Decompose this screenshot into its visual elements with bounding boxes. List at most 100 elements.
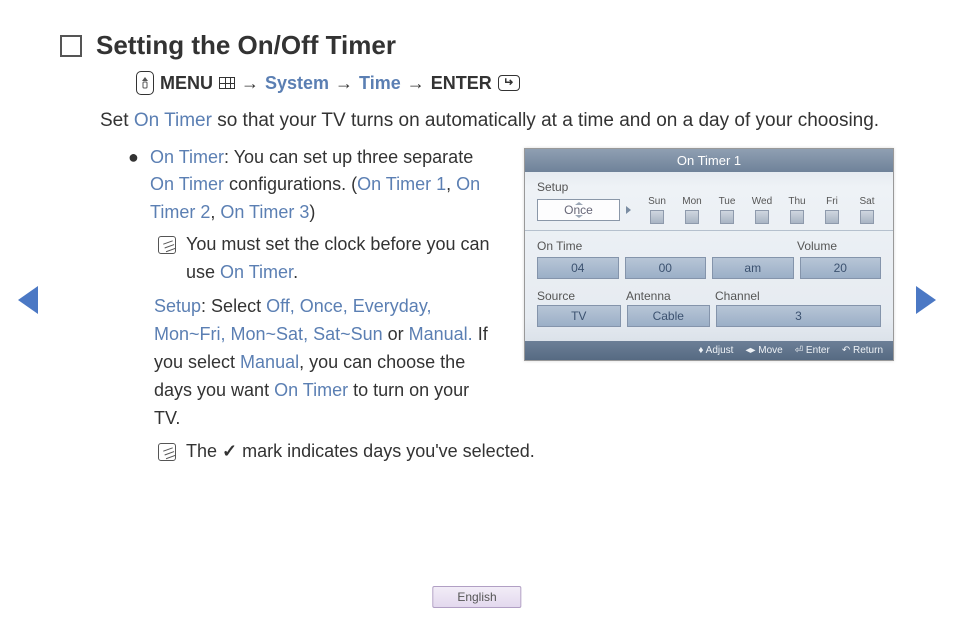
volume-field[interactable]: 20 xyxy=(800,257,882,279)
day-thu[interactable]: Thu xyxy=(783,196,811,224)
note-checkmark: The ✓ mark indicates days you've selecte… xyxy=(158,438,894,466)
setup-label: Setup xyxy=(154,296,201,316)
enter-small-icon: ⏎ xyxy=(795,345,803,356)
divider xyxy=(525,230,893,231)
page-title: Setting the On/Off Timer xyxy=(96,30,396,61)
panel-footer: ♦ Adjust ◂▸ Move ⏎ Enter ↶ Return xyxy=(525,341,893,360)
bt1: : You can set up three separate xyxy=(224,147,473,167)
day-checkbox[interactable] xyxy=(790,210,804,224)
spb: or xyxy=(383,324,409,344)
setup-paragraph: Setup: Select Off, Once, Everyday, Mon~F… xyxy=(154,293,494,432)
footer-return: ↶ Return xyxy=(842,345,883,356)
manual2: Manual xyxy=(240,352,299,372)
ontime-label: On Time xyxy=(537,239,789,253)
enter-icon xyxy=(498,75,520,91)
language-button[interactable]: English xyxy=(432,586,521,608)
day-checkbox[interactable] xyxy=(860,210,874,224)
arrow-icon: → xyxy=(407,73,425,94)
note-text: You must set the clock before you can us… xyxy=(186,231,494,287)
footer-adjust: ♦ Adjust xyxy=(698,345,733,356)
bullet-text: On Timer: You can set up three separate … xyxy=(150,144,494,228)
bullet-title: On Timer xyxy=(150,147,224,167)
channel-field[interactable]: 3 xyxy=(716,305,881,327)
enter-label: ENTER xyxy=(431,73,492,94)
day-tue[interactable]: Tue xyxy=(713,196,741,224)
volume-label: Volume xyxy=(797,239,881,253)
intro-pre: Set xyxy=(100,110,134,131)
channel-label: Channel xyxy=(715,289,881,303)
menu-label: MENU xyxy=(160,73,213,94)
source-row: TV Cable 3 xyxy=(537,305,881,327)
chevron-right-icon xyxy=(626,206,631,214)
footer-enter: ⏎ Enter xyxy=(795,345,830,356)
day-label: Sun xyxy=(648,196,666,207)
c2: , xyxy=(210,202,220,222)
day-sat[interactable]: Sat xyxy=(853,196,881,224)
day-fri[interactable]: Fri xyxy=(818,196,846,224)
note-icon xyxy=(158,236,176,254)
day-label: Wed xyxy=(752,196,772,207)
time-labels: On Time Volume xyxy=(537,239,881,255)
antenna-field[interactable]: Cable xyxy=(627,305,711,327)
day-mon[interactable]: Mon xyxy=(678,196,706,224)
source-label: Source xyxy=(537,289,620,303)
bt2: configurations. ( xyxy=(224,174,357,194)
day-checkbox[interactable] xyxy=(685,210,699,224)
panel-title: On Timer 1 xyxy=(525,149,893,172)
intro-post: so that your TV turns on automatically a… xyxy=(212,110,879,131)
note2-text: The ✓ mark indicates days you've selecte… xyxy=(186,438,535,466)
section-bullet-icon xyxy=(60,35,82,57)
n2a: The xyxy=(186,441,222,461)
cl: ) xyxy=(309,202,315,222)
n2b: mark indicates days you've selected. xyxy=(242,441,535,461)
leftright-icon: ◂▸ xyxy=(745,345,755,356)
day-checkbox[interactable] xyxy=(825,210,839,224)
bullet-item: ● On Timer: You can set up three separat… xyxy=(150,144,494,228)
day-label: Sat xyxy=(859,196,874,207)
setup-select[interactable]: Once xyxy=(537,199,620,221)
crumb-system: System xyxy=(265,73,329,94)
arrow-icon: → xyxy=(241,73,259,94)
check-icon: ✓ xyxy=(222,441,237,461)
hour-field[interactable]: 04 xyxy=(537,257,619,279)
time-row: 04 00 am 20 xyxy=(537,257,881,279)
spa: : Select xyxy=(201,296,266,316)
day-sun[interactable]: Sun xyxy=(643,196,671,224)
on-timer-panel: On Timer 1 Setup Once Sun Mon Tue Wed Th… xyxy=(524,148,894,361)
return-icon: ↶ xyxy=(842,345,850,356)
intro-link: On Timer xyxy=(134,110,212,131)
day-checkbox[interactable] xyxy=(755,210,769,224)
source-labels: Source Antenna Channel xyxy=(537,289,881,303)
manual-page: Setting the On/Off Timer MENU → System →… xyxy=(0,0,954,466)
bullet-dot-icon: ● xyxy=(128,144,138,228)
minute-field[interactable]: 00 xyxy=(625,257,707,279)
day-checkbox[interactable] xyxy=(650,210,664,224)
panel-body: Setup Once Sun Mon Tue Wed Thu Fri Sat xyxy=(525,172,893,341)
updown-icon: ♦ xyxy=(698,345,703,356)
next-page-button[interactable] xyxy=(916,286,936,314)
note-clock: You must set the clock before you can us… xyxy=(158,231,494,287)
setup-row: Once Sun Mon Tue Wed Thu Fri Sat xyxy=(537,196,881,224)
menu-path: MENU → System → Time → ENTER xyxy=(136,71,894,95)
c1: , xyxy=(446,174,456,194)
footer-move: ◂▸ Move xyxy=(745,345,782,356)
prev-page-button[interactable] xyxy=(18,286,38,314)
fr: Return xyxy=(853,345,883,356)
arrow-icon: → xyxy=(335,73,353,94)
source-field[interactable]: TV xyxy=(537,305,621,327)
day-checkbox[interactable] xyxy=(720,210,734,224)
ampm-field[interactable]: am xyxy=(712,257,794,279)
intro-text: Set On Timer so that your TV turns on au… xyxy=(100,107,894,136)
menu-grid-icon xyxy=(219,77,235,89)
manual1: Manual. xyxy=(409,324,473,344)
ontimer3: On Timer 3 xyxy=(220,202,309,222)
antenna-label: Antenna xyxy=(626,289,709,303)
remote-icon xyxy=(136,71,154,95)
fe: Enter xyxy=(806,345,830,356)
note-icon xyxy=(158,443,176,461)
day-label: Thu xyxy=(788,196,805,207)
day-label: Mon xyxy=(682,196,701,207)
fa: Adjust xyxy=(706,345,734,356)
n1link: On Timer xyxy=(220,262,293,282)
day-wed[interactable]: Wed xyxy=(748,196,776,224)
